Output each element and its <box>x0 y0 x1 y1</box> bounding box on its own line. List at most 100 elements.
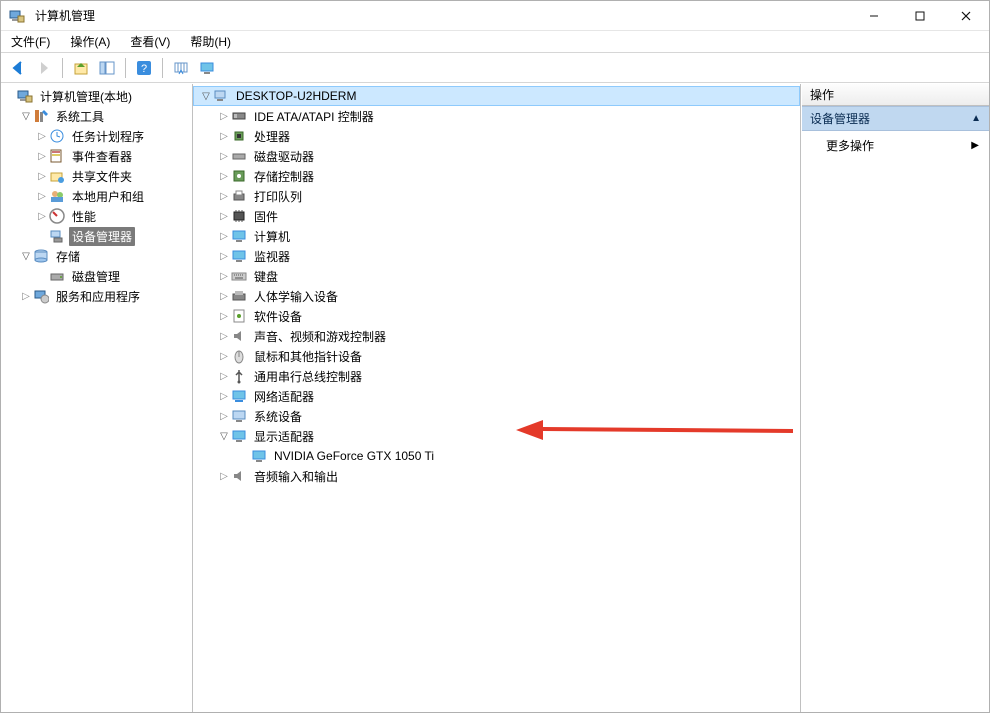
expand-icon[interactable] <box>35 131 49 142</box>
dev-gpu[interactable]: NVIDIA GeForce GTX 1050 Ti <box>193 446 800 466</box>
maximize-button[interactable] <box>897 1 943 30</box>
close-button[interactable] <box>943 1 989 30</box>
sound-icon <box>231 328 247 344</box>
collapse-icon[interactable]: ▲ <box>971 113 981 124</box>
menu-view[interactable]: 查看(V) <box>126 31 174 52</box>
expand-icon[interactable] <box>217 331 231 342</box>
minimize-button[interactable] <box>851 1 897 30</box>
expand-icon[interactable] <box>217 151 231 162</box>
expand-icon[interactable] <box>217 111 231 122</box>
tree-event-viewer[interactable]: 事件查看器 <box>1 146 192 166</box>
expand-icon[interactable] <box>19 251 33 262</box>
device-label: IDE ATA/ATAPI 控制器 <box>251 107 377 126</box>
forward-button[interactable] <box>33 57 55 79</box>
expand-icon[interactable] <box>35 171 49 182</box>
tree-local-users[interactable]: 本地用户和组 <box>1 186 192 206</box>
expand-icon[interactable] <box>217 431 231 442</box>
device-manager-tree[interactable]: DESKTOP-U2HDERM IDE ATA/ATAPI 控制器 处理器 磁盘… <box>193 84 801 712</box>
dev-keyboard[interactable]: 键盘 <box>193 266 800 286</box>
dev-disk-drive[interactable]: 磁盘驱动器 <box>193 146 800 166</box>
tree-device-manager[interactable]: 设备管理器 <box>1 226 192 246</box>
dev-audio-io[interactable]: 音频输入和输出 <box>193 466 800 486</box>
cpu-icon <box>231 128 247 144</box>
expand-icon[interactable] <box>19 291 33 302</box>
tree-label: 本地用户和组 <box>69 187 147 206</box>
tree-label: 系统工具 <box>53 107 107 126</box>
expand-icon[interactable] <box>217 411 231 422</box>
dev-firmware[interactable]: 固件 <box>193 206 800 226</box>
tree-label: 事件查看器 <box>69 147 135 166</box>
dev-mouse[interactable]: 鼠标和其他指针设备 <box>193 346 800 366</box>
expand-icon[interactable] <box>217 171 231 182</box>
device-root[interactable]: DESKTOP-U2HDERM <box>193 86 800 106</box>
show-hide-tree-button[interactable] <box>96 57 118 79</box>
menu-action[interactable]: 操作(A) <box>66 31 114 52</box>
actions-section[interactable]: 设备管理器 ▲ <box>802 106 989 131</box>
monitor-button[interactable] <box>196 57 218 79</box>
display-adapter-icon <box>231 428 247 444</box>
dev-system[interactable]: 系统设备 <box>193 406 800 426</box>
dev-cpu[interactable]: 处理器 <box>193 126 800 146</box>
expand-icon[interactable] <box>217 391 231 402</box>
expand-icon[interactable] <box>35 191 49 202</box>
device-label: 音频输入和输出 <box>251 467 341 486</box>
tree-services-apps[interactable]: 服务和应用程序 <box>1 286 192 306</box>
expand-icon[interactable] <box>217 191 231 202</box>
tree-disk-mgmt[interactable]: 磁盘管理 <box>1 266 192 286</box>
expand-icon[interactable] <box>217 251 231 262</box>
dev-usb[interactable]: 通用串行总线控制器 <box>193 366 800 386</box>
monitor-icon <box>231 228 247 244</box>
dev-sound[interactable]: 声音、视频和游戏控制器 <box>193 326 800 346</box>
expand-icon[interactable] <box>217 271 231 282</box>
device-label: 键盘 <box>251 267 281 286</box>
up-button[interactable] <box>70 57 92 79</box>
dev-display[interactable]: 显示适配器 <box>193 426 800 446</box>
usb-icon <box>231 368 247 384</box>
system-tools-icon <box>33 108 49 124</box>
help-button[interactable]: ? <box>133 57 155 79</box>
submenu-icon: ▶ <box>971 140 979 151</box>
window-controls <box>851 1 989 30</box>
menu-help[interactable]: 帮助(H) <box>186 31 235 52</box>
tree-computer-mgmt[interactable]: 计算机管理(本地) <box>1 86 192 106</box>
expand-icon[interactable] <box>35 211 49 222</box>
dev-storage-ctrl[interactable]: 存储控制器 <box>193 166 800 186</box>
dev-ide[interactable]: IDE ATA/ATAPI 控制器 <box>193 106 800 126</box>
console-tree[interactable]: 计算机管理(本地) 系统工具 <box>1 84 193 712</box>
dev-network[interactable]: 网络适配器 <box>193 386 800 406</box>
scan-button[interactable] <box>170 57 192 79</box>
expand-icon[interactable] <box>217 471 231 482</box>
more-actions[interactable]: 更多操作 ▶ <box>802 131 989 160</box>
expand-icon[interactable] <box>217 291 231 302</box>
tree-label: 存储 <box>53 247 83 266</box>
expand-icon[interactable] <box>217 131 231 142</box>
tree-performance[interactable]: 性能 <box>1 206 192 226</box>
dev-software[interactable]: 软件设备 <box>193 306 800 326</box>
back-button[interactable] <box>7 57 29 79</box>
tree-shared-folders[interactable]: 共享文件夹 <box>1 166 192 186</box>
device-label: 声音、视频和游戏控制器 <box>251 327 389 346</box>
tree-task-scheduler[interactable]: 任务计划程序 <box>1 126 192 146</box>
dev-print-queue[interactable]: 打印队列 <box>193 186 800 206</box>
menu-file[interactable]: 文件(F) <box>7 31 54 52</box>
dev-computer[interactable]: 计算机 <box>193 226 800 246</box>
dev-hid[interactable]: 人体学输入设备 <box>193 286 800 306</box>
expand-icon[interactable] <box>217 311 231 322</box>
expand-icon[interactable] <box>217 371 231 382</box>
expand-icon[interactable] <box>217 211 231 222</box>
title-bar[interactable]: 计算机管理 <box>1 1 989 31</box>
event-viewer-icon <box>49 148 65 164</box>
expand-icon[interactable] <box>199 91 213 102</box>
expand-icon[interactable] <box>35 151 49 162</box>
dev-monitor[interactable]: 监视器 <box>193 246 800 266</box>
actions-header: 操作 <box>802 84 989 106</box>
tree-storage[interactable]: 存储 <box>1 246 192 266</box>
computer-mgmt-icon <box>17 88 33 104</box>
expand-icon[interactable] <box>19 111 33 122</box>
tree-system-tools[interactable]: 系统工具 <box>1 106 192 126</box>
actions-panel: 操作 设备管理器 ▲ 更多操作 ▶ <box>801 84 989 712</box>
device-label: 固件 <box>251 207 281 226</box>
audio-io-icon <box>231 468 247 484</box>
expand-icon[interactable] <box>217 351 231 362</box>
expand-icon[interactable] <box>217 231 231 242</box>
